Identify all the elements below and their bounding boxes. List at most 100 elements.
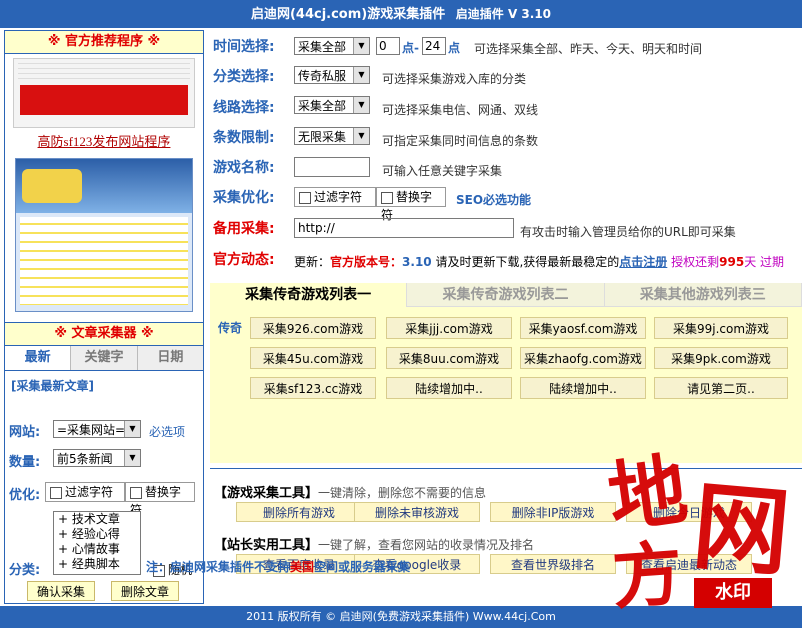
category-select[interactable]: 传奇私服 ▼ bbox=[294, 66, 370, 84]
category-list[interactable]: + 技术文章 + 经验心得 + 心情故事 + 经典脚本 bbox=[53, 511, 141, 575]
route-select-value: 采集全部 bbox=[298, 99, 347, 113]
tab-legend-list-1[interactable]: 采集传奇游戏列表一 bbox=[210, 283, 408, 307]
news-auth: 授权还剩 bbox=[671, 255, 720, 269]
collect-yaosf-button[interactable]: 采集yaosf.com游戏 bbox=[520, 317, 646, 339]
collect-99j-button[interactable]: 采集99j.com游戏 bbox=[654, 317, 788, 339]
collect-45u-button[interactable]: 采集45u.com游戏 bbox=[250, 347, 376, 369]
game-name-input[interactable] bbox=[294, 157, 370, 177]
site-select[interactable]: =采集网站= ▼ bbox=[53, 420, 141, 438]
coming-soon-button[interactable]: 陆续增加中.. bbox=[520, 377, 646, 399]
time-select[interactable]: 采集全部 ▼ bbox=[294, 37, 370, 55]
tab-other-list-3[interactable]: 采集其他游戏列表三 bbox=[604, 283, 802, 307]
tab-legend-list-2[interactable]: 采集传奇游戏列表二 bbox=[407, 283, 605, 307]
form-replace-chars-checkbox[interactable] bbox=[381, 191, 393, 204]
news-version: 3.10 bbox=[402, 255, 432, 269]
delete-unreviewed-button[interactable]: 删除未审核游戏 bbox=[354, 502, 480, 522]
category-select-value: 传奇私服 bbox=[298, 69, 347, 83]
note-suffix: 空间或服务器采集 bbox=[314, 560, 411, 574]
confirm-collect-button[interactable]: 确认采集 bbox=[27, 581, 95, 601]
see-page-two-button[interactable]: 请见第二页.. bbox=[654, 377, 788, 399]
form-replace-chars-option[interactable]: 替换字符 bbox=[376, 187, 446, 222]
site-tools-header: 【站长实用工具】一键了解，查看您网站的收录情况及排名 bbox=[214, 534, 534, 553]
watermark-char: 网 bbox=[688, 469, 795, 590]
hour-from-input[interactable]: 0 bbox=[376, 37, 400, 55]
site-select-value: =采集网站= bbox=[57, 423, 126, 437]
news-days: 995 bbox=[719, 255, 745, 269]
game-name-hint: 可输入任意关键字采集 bbox=[382, 164, 503, 178]
limit-hint: 可指定采集同时间信息的条数 bbox=[382, 134, 539, 148]
news-label: 官方动态: bbox=[213, 252, 275, 268]
game-tools-title: 【游戏采集工具】 bbox=[214, 486, 319, 501]
watermark-char: 方 bbox=[609, 531, 686, 620]
recommend-screenshot-image[interactable] bbox=[15, 158, 193, 312]
time-hint: 可选择采集全部、昨天、今天、明天和时间 bbox=[474, 42, 703, 56]
category-item[interactable]: + 经典脚本 bbox=[58, 557, 140, 572]
category-hint: 可选择采集游戏入库的分类 bbox=[382, 72, 527, 86]
form-filter-chars-option[interactable]: 过滤字符 bbox=[294, 187, 376, 207]
news-tail: 天 过期 bbox=[744, 255, 785, 269]
time-label: 时间选择: bbox=[213, 39, 275, 55]
register-link[interactable]: 点击注册 bbox=[619, 255, 667, 269]
legend-side-label: 传奇 bbox=[218, 321, 243, 335]
backup-url-input[interactable]: http:// bbox=[294, 218, 514, 238]
recommend-link[interactable]: 高防sf123发布网站程序 bbox=[5, 131, 203, 150]
news-version-label: 官方版本号： bbox=[330, 255, 403, 269]
watermark-badge: 水印 bbox=[694, 578, 772, 608]
filter-chars-option[interactable]: 过滤字符 bbox=[45, 482, 125, 502]
recommend-header: ※ 官方推荐程序 ※ bbox=[5, 31, 203, 54]
footer-note: 注：启迪网采集插件不支持美国空间或服务器采集 bbox=[146, 558, 410, 575]
delete-article-button[interactable]: 删除文章 bbox=[111, 581, 179, 601]
chevron-down-icon: ▼ bbox=[353, 128, 369, 144]
site-label: 网站: bbox=[9, 425, 41, 440]
category-item[interactable]: + 心情故事 bbox=[58, 542, 140, 557]
note-red: 美国 bbox=[290, 560, 315, 574]
category-label: 分类: bbox=[9, 563, 41, 578]
tab-keyword[interactable]: 关键字 bbox=[71, 346, 138, 370]
route-hint: 可选择采集电信、网通、双线 bbox=[382, 103, 539, 117]
collect-926-button[interactable]: 采集926.com游戏 bbox=[250, 317, 376, 339]
coming-soon-button[interactable]: 陆续增加中.. bbox=[386, 377, 512, 399]
app-title: 启迪网(44cj.com)游戏采集插件 bbox=[250, 7, 446, 22]
route-label: 线路选择: bbox=[213, 100, 275, 116]
tab-date[interactable]: 日期 bbox=[137, 346, 203, 370]
game-tools-desc: 一键清除，删除您不需要的信息 bbox=[318, 486, 487, 500]
seo-hint: SEO必选功能 bbox=[456, 193, 532, 207]
news-text: 请及时更新下载,获得最新最稳定的 bbox=[435, 255, 620, 269]
category-item[interactable]: + 技术文章 bbox=[58, 512, 140, 527]
required-hint: 必选项 bbox=[149, 425, 186, 439]
news-ticker: 更新：官方版本号：3.10 请及时更新下载,获得最新最稳定的点击注册 授权还剩9… bbox=[294, 253, 800, 270]
game-tools-header: 【游戏采集工具】一键清除，删除您不需要的信息 bbox=[214, 482, 486, 501]
route-select[interactable]: 采集全部 ▼ bbox=[294, 96, 370, 114]
time-select-value: 采集全部 bbox=[298, 40, 347, 54]
replace-chars-option[interactable]: 替换字符 bbox=[125, 482, 195, 517]
chevron-down-icon: ▼ bbox=[353, 38, 369, 54]
collect-8uu-button[interactable]: 采集8uu.com游戏 bbox=[386, 347, 512, 369]
limit-select[interactable]: 无限采集 ▼ bbox=[294, 127, 370, 145]
form-filter-chars-checkbox[interactable] bbox=[299, 191, 311, 204]
count-select-value: 前5条新闻 bbox=[57, 452, 113, 466]
game-list-panel: 采集传奇游戏列表一 采集传奇游戏列表二 采集其他游戏列表三 传奇 采集926.c… bbox=[210, 283, 802, 463]
site-tools-title: 【站长实用工具】 bbox=[214, 538, 319, 553]
collect-sf123-button[interactable]: 采集sf123.cc游戏 bbox=[250, 377, 376, 399]
filter-chars-checkbox[interactable] bbox=[50, 486, 62, 499]
chevron-down-icon: ▼ bbox=[124, 421, 140, 437]
category-item[interactable]: + 经验心得 bbox=[58, 527, 140, 542]
count-select[interactable]: 前5条新闻 ▼ bbox=[53, 449, 141, 467]
left-sidebar: ※ 官方推荐程序 ※ 高防sf123发布网站程序 ※ 文章采集器 ※ 最新 关键… bbox=[4, 30, 204, 604]
game-list-tabs: 采集传奇游戏列表一 采集传奇游戏列表二 采集其他游戏列表三 bbox=[210, 283, 802, 307]
delete-all-games-button[interactable]: 删除所有游戏 bbox=[236, 502, 362, 522]
recommend-banner-image[interactable] bbox=[13, 58, 195, 128]
delete-non-ip-button[interactable]: 删除非IP版游戏 bbox=[490, 502, 616, 522]
replace-chars-checkbox[interactable] bbox=[130, 486, 142, 499]
collect-zhaofg-button[interactable]: 采集zhaofg.com游戏 bbox=[520, 347, 646, 369]
optimize-label: 优化: bbox=[9, 488, 41, 503]
collect-jjj-button[interactable]: 采集jjj.com游戏 bbox=[386, 317, 512, 339]
chevron-down-icon: ▼ bbox=[124, 450, 140, 466]
collect-optimize-label: 采集优化: bbox=[213, 190, 275, 206]
chevron-down-icon: ▼ bbox=[353, 67, 369, 83]
category-label: 分类选择: bbox=[213, 69, 275, 85]
tab-latest[interactable]: 最新 bbox=[5, 346, 72, 370]
world-rank-button[interactable]: 查看世界级排名 bbox=[490, 554, 616, 574]
hour-to-input[interactable]: 24 bbox=[422, 37, 446, 55]
collect-9pk-button[interactable]: 采集9pk.com游戏 bbox=[654, 347, 788, 369]
